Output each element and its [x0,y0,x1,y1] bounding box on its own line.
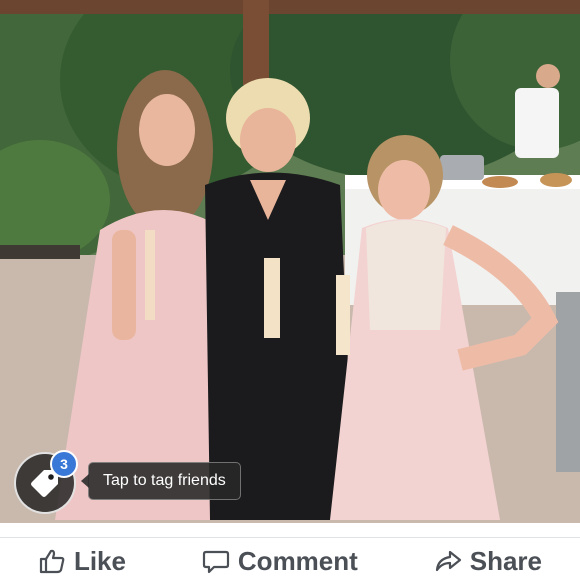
like-button[interactable]: Like [38,542,126,577]
like-label: Like [73,545,126,576]
comment-label: Comment [237,545,358,576]
share-label: Share [469,545,542,576]
post-card: 3 Tap to tag friends Like Comment Share [0,0,580,580]
comment-icon [202,550,230,574]
share-arrow-icon [435,550,461,572]
tag-tooltip[interactable]: Tap to tag friends [81,462,241,500]
thumbs-up-icon [39,549,65,574]
post-photo[interactable] [0,0,580,523]
post-actions-bar: Like Comment Share [0,537,580,580]
tag-count-badge: 3 [50,450,78,478]
comment-button[interactable]: Comment [202,542,358,577]
share-button[interactable]: Share [434,542,542,577]
